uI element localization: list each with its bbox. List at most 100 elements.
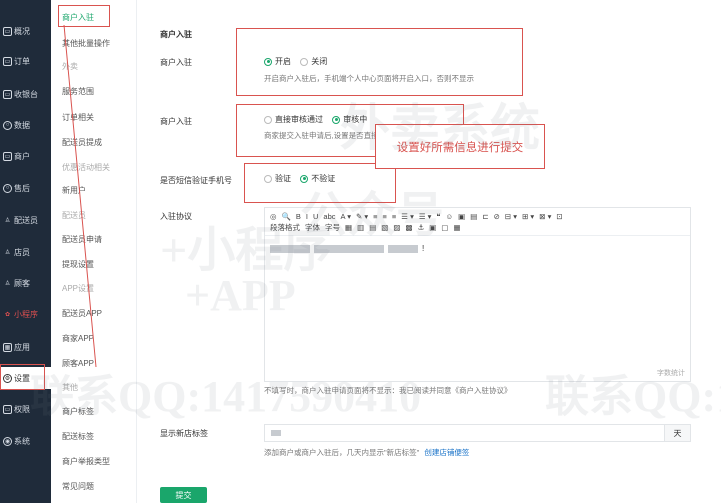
submit-button[interactable]: 提交 bbox=[160, 487, 207, 503]
editor-toolbar-row: ◎ 🔍 B I Uabc A ▾ ✎ ▾ ≡ ≡ ≡ ☰ ▾ ☰ ▾ ❝ ☺ ▣ ▤ ⊏ ⊘ ⊟ ▾ ⊞ ▾ ⊠ ▾ ⊡ bbox=[270, 211, 685, 222]
editor-toolbar-button[interactable]: ≡ bbox=[392, 211, 396, 222]
nav-item-cashier[interactable]: ▭ 收银台 bbox=[0, 83, 51, 105]
settings-annotation-box bbox=[0, 364, 45, 390]
nav-item-orders[interactable]: ▭ 订单 bbox=[0, 50, 51, 72]
data-icon: ○ bbox=[3, 120, 12, 130]
nav-item-courier[interactable]: ♙ 配送员 bbox=[0, 209, 51, 231]
nav-label: 顾客 bbox=[14, 278, 30, 288]
sms-label: 是否短信验证手机号 bbox=[160, 176, 232, 185]
editor-toolbar-button[interactable]: ⊡ bbox=[556, 211, 562, 222]
submenu-item[interactable]: 商户标签 bbox=[62, 406, 94, 417]
editor-toolbar-button[interactable]: ≡ bbox=[373, 211, 377, 222]
after-sales-icon: ○ bbox=[3, 183, 12, 193]
blurred-text bbox=[314, 244, 384, 253]
customer-icon: ♙ bbox=[4, 280, 11, 287]
editor-toolbar-button[interactable]: I bbox=[306, 211, 308, 222]
nav-item-clerk[interactable]: ♙ 店员 bbox=[0, 241, 51, 263]
editor-toolbar-button[interactable]: ≡ bbox=[382, 211, 386, 222]
nav-item-mini-program[interactable]: ✿ 小程序 bbox=[0, 303, 51, 325]
merchant-icon: ▭ bbox=[3, 151, 12, 161]
agreement-rich-text-editor[interactable]: ◎ 🔍 B I Uabc A ▾ ✎ ▾ ≡ ≡ ≡ ☰ ▾ ☰ ▾ ❝ ☺ ▣ ▤ ⊏ ⊘ ⊟ ▾ ⊞ ▾ ⊠ ▾ ⊡ … bbox=[264, 207, 691, 382]
editor-toolbar-button[interactable]: ▢ bbox=[441, 222, 448, 233]
system-icon: ◉ bbox=[3, 436, 12, 446]
nav-item-overview[interactable]: ▭ 概况 bbox=[0, 20, 51, 42]
editor-content[interactable]: ! bbox=[265, 236, 690, 261]
editor-toolbar-button[interactable]: ◎ bbox=[270, 211, 277, 222]
nav-item-data[interactable]: ○ 数据 bbox=[0, 114, 51, 136]
editor-toolbar-button[interactable]: ▦ bbox=[345, 222, 352, 233]
editor-toolbar-button[interactable]: ❝ bbox=[436, 211, 440, 222]
editor-toolbar-button[interactable]: B bbox=[296, 211, 301, 222]
editor-toolbar-button[interactable]: ▧ bbox=[381, 222, 388, 233]
editor-toolbar-button[interactable]: ▥ bbox=[357, 222, 364, 233]
editor-toolbar-button[interactable]: ▦ bbox=[453, 222, 460, 233]
nav-label: 小程序 bbox=[14, 309, 38, 319]
mini-program-icon: ✿ bbox=[4, 311, 11, 318]
main-nav: ▭ 概况 ▭ 订单 ▭ 收银台 ○ 数据 ▭ 商户 ○ 售后 ♙ 配送员 ♙ 店员 ♙ 顾客 ✿ 小… bbox=[0, 0, 51, 503]
permission-icon: ▭ bbox=[3, 404, 12, 414]
clerk-icon: ♙ bbox=[4, 249, 11, 256]
nav-label: 数据 bbox=[14, 120, 30, 130]
editor-toolbar-button[interactable]: ✎ ▾ bbox=[356, 211, 368, 222]
nav-item-after-sales[interactable]: ○ 售后 bbox=[0, 177, 51, 199]
new-tag-hint-text: 添加商户或商户入驻后，几天内显示"新店标签" bbox=[264, 448, 420, 457]
nav-item-apps[interactable]: ▦ 应用 bbox=[0, 336, 51, 358]
editor-toolbar-button[interactable]: ⊠ ▾ bbox=[539, 211, 551, 222]
instruction-callout: 设置好所需信息进行提交 bbox=[375, 124, 545, 169]
editor-toolbar-button[interactable]: ▨ bbox=[393, 222, 400, 233]
overview-icon: ▭ bbox=[3, 26, 12, 36]
blurred-text bbox=[388, 244, 418, 253]
editor-toolbar-button[interactable]: ▣ bbox=[429, 222, 436, 233]
nav-item-merchant[interactable]: ▭ 商户 bbox=[0, 145, 51, 167]
editor-toolbar-button[interactable]: ⊘ bbox=[494, 211, 500, 222]
nav-label: 应用 bbox=[14, 342, 30, 352]
submenu-item[interactable]: 配送标签 bbox=[62, 431, 94, 442]
apps-icon: ▦ bbox=[3, 342, 12, 352]
editor-toolbar-button[interactable]: U bbox=[313, 211, 318, 222]
enable-annotation-box bbox=[236, 28, 523, 96]
editor-toolbar-button[interactable]: 字体 bbox=[305, 222, 320, 233]
new-tag-label: 显示新店标签 bbox=[160, 429, 208, 438]
nav-item-customer[interactable]: ♙ 顾客 bbox=[0, 272, 51, 294]
editor-toolbar-button[interactable]: ▩ bbox=[405, 222, 412, 233]
courier-icon: ♙ bbox=[4, 217, 11, 224]
editor-toolbar-button[interactable]: ☺ bbox=[445, 211, 453, 222]
editor-toolbar-button[interactable]: A ▾ bbox=[341, 211, 351, 222]
submenu-item[interactable]: 商户举报类型 bbox=[62, 456, 110, 467]
orders-icon: ▭ bbox=[3, 56, 12, 66]
sms-annotation-box bbox=[244, 163, 396, 203]
editor-toolbar-button[interactable]: ☰ ▾ bbox=[419, 211, 432, 222]
nav-label: 系统 bbox=[14, 436, 30, 446]
editor-toolbar-button[interactable]: ⊞ ▾ bbox=[522, 211, 534, 222]
nav-item-system[interactable]: ◉ 系统 bbox=[0, 430, 51, 452]
editor-toolbar-button[interactable]: ⚓ bbox=[418, 222, 425, 233]
review-label: 商户入驻 bbox=[160, 117, 192, 126]
editor-toolbar-button[interactable]: ⊟ ▾ bbox=[505, 211, 517, 222]
nav-label: 权限 bbox=[14, 404, 30, 414]
new-tag-days-input[interactable]: 天 bbox=[264, 424, 691, 442]
editor-toolbar-button[interactable]: ▣ bbox=[458, 211, 465, 222]
cashier-icon: ▭ bbox=[3, 89, 12, 99]
create-tag-link[interactable]: 创建店铺便签 bbox=[424, 448, 469, 457]
nav-label: 店员 bbox=[14, 247, 30, 257]
editor-toolbar-button[interactable]: ▤ bbox=[369, 222, 376, 233]
editor-toolbar-button[interactable]: ☰ ▾ bbox=[401, 211, 414, 222]
agreement-label: 入驻协议 bbox=[160, 212, 192, 221]
editor-toolbar-button[interactable]: abc bbox=[323, 211, 335, 222]
blurred-text bbox=[271, 430, 281, 436]
editor-toolbar-button[interactable]: 🔍 bbox=[282, 211, 291, 222]
editor-toolbar-button[interactable]: 段落格式 bbox=[270, 222, 300, 233]
submenu-annotation-box bbox=[58, 5, 110, 27]
annotation-arrow-line bbox=[63, 25, 97, 368]
new-tag-hint: 添加商户或商户入驻后，几天内显示"新店标签" 创建店铺便签 bbox=[264, 447, 469, 458]
editor-toolbar-button[interactable]: ⊏ bbox=[482, 211, 488, 222]
nav-label: 售后 bbox=[14, 183, 30, 193]
nav-item-permission[interactable]: ▭ 权限 bbox=[0, 398, 51, 420]
submenu-item[interactable]: 常见问题 bbox=[62, 481, 94, 492]
editor-toolbar-button[interactable]: ▤ bbox=[470, 211, 477, 222]
agreement-hint: 不填写时，商户入驻申请页面将不显示：我已阅读并同意《商户入驻协议》 bbox=[264, 386, 512, 395]
blurred-text bbox=[270, 244, 310, 253]
nav-label: 商户 bbox=[14, 151, 30, 161]
editor-toolbar-row: 段落格式 字体 字号 ▦ ▥ ▤ ▧ ▨ ▩ ⚓ ▣ ▢ ▦ bbox=[270, 222, 685, 233]
editor-toolbar-button[interactable]: 字号 bbox=[325, 222, 340, 233]
